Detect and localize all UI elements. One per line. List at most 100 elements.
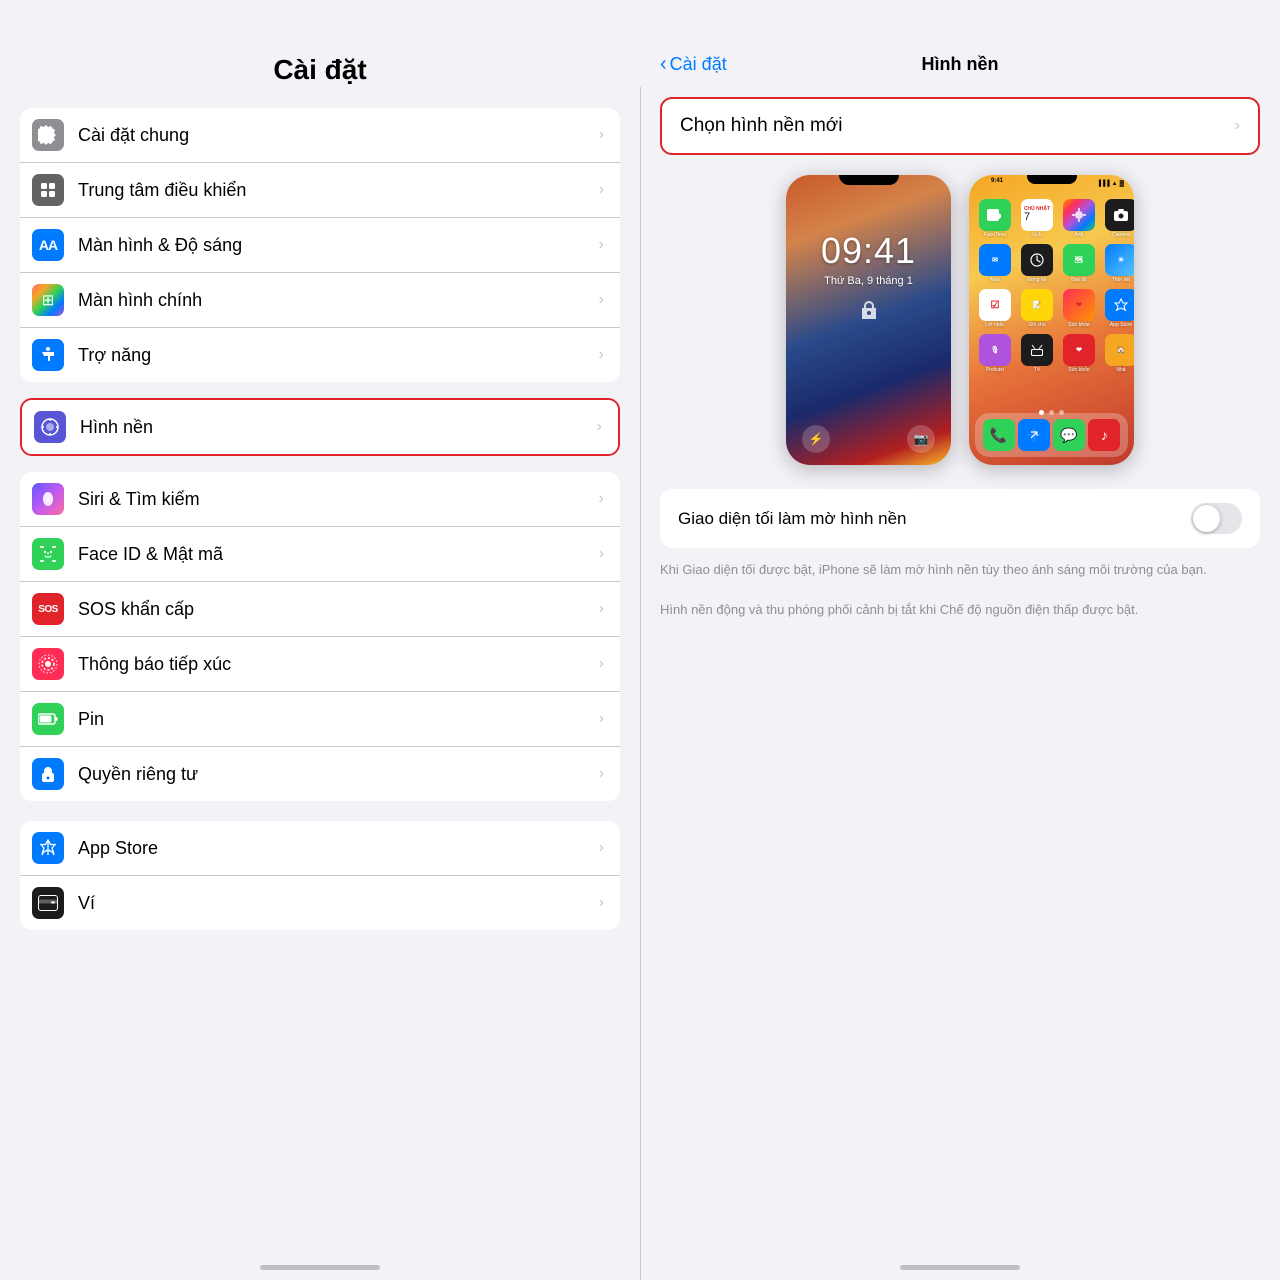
face-id-chevron: › [599, 545, 604, 563]
app-facetime: FaceTime [977, 199, 1013, 238]
description-text-2: Hình nền động và thu phóng phối cảnh bị … [660, 600, 1260, 620]
lockscreen-time: 09:41 [786, 230, 951, 272]
battery-chevron: › [599, 710, 604, 728]
settings-item-general[interactable]: Cài đặt chung › [20, 108, 620, 163]
sos-chevron: › [599, 600, 604, 618]
privacy-chevron: › [599, 765, 604, 783]
sos-label: SOS khẩn cấp [78, 599, 591, 620]
appstore-grid-icon [1105, 289, 1134, 321]
lockscreen-background: 09:41 Thứ Ba, 9 tháng 1 ⚡ 📷 [786, 175, 951, 465]
camera-icon [1105, 199, 1134, 231]
left-home-indicator-container [0, 1265, 640, 1270]
settings-item-control-center[interactable]: Trung tâm điều khiển › [20, 163, 620, 218]
app-store-label: App Store [78, 838, 591, 859]
wifi-icon: ▲ [1112, 181, 1118, 187]
general-label: Cài đặt chung [78, 125, 591, 146]
sos-icon: SOS [32, 593, 64, 625]
privacy-label: Quyền riêng tư [78, 764, 591, 785]
battery-label: Pin [78, 709, 591, 730]
app-weather: ☀ Thời tiết [1103, 244, 1134, 283]
right-panel-title: Hình nền [922, 54, 999, 75]
calendar-icon: CHỦ NHẬT7 [1021, 199, 1053, 231]
choose-wallpaper-button[interactable]: Chọn hình nền mới › [660, 97, 1260, 155]
signal-icon: ▐▐▐ [1097, 181, 1110, 187]
wallet-label: Ví [78, 893, 591, 914]
lockscreen-flashlight-icon: ⚡ [802, 425, 830, 453]
wallpaper-label: Hình nền [80, 417, 589, 438]
settings-item-privacy[interactable]: Quyền riêng tư › [20, 747, 620, 801]
home-screen-chevron: › [599, 291, 604, 309]
siri-label: Siri & Tìm kiếm [78, 489, 591, 510]
lockscreen-preview[interactable]: 09:41 Thứ Ba, 9 tháng 1 ⚡ 📷 [786, 175, 951, 465]
choose-wallpaper-label: Chọn hình nền mới [680, 115, 1235, 137]
app-calendar: CHỦ NHẬT7 Lịch [1019, 199, 1055, 238]
app-clock: Đồng hồ [1019, 244, 1055, 283]
dark-mode-toggle[interactable] [1191, 503, 1242, 534]
lockscreen-lock-icon [786, 300, 951, 323]
wallpaper-settings-panel: ‹ Cài đặt Hình nền Chọn hình nền mới › 0… [640, 0, 1280, 1280]
exposure-icon [32, 648, 64, 680]
settings-list-panel: Cài đặt Cài đặt chung › [0, 0, 640, 1280]
health-icon: ❤ [1063, 289, 1095, 321]
notes-icon: 📝 [1021, 289, 1053, 321]
app-tv: TV [1019, 334, 1055, 373]
settings-item-accessibility[interactable]: Trợ năng › [20, 328, 620, 382]
dark-mode-toggle-label: Giao diện tối làm mờ hình nền [678, 509, 1191, 529]
heart-app-icon: ❤ [1063, 334, 1095, 366]
settings-item-wallpaper[interactable]: Hình nền › [22, 400, 618, 454]
description-text-1: Khi Giao diện tối được bật, iPhone sẽ là… [660, 560, 1260, 580]
siri-chevron: › [599, 490, 604, 508]
control-center-icon [32, 174, 64, 206]
settings-item-home-screen[interactable]: ⊞ Màn hình chính › [20, 273, 620, 328]
settings-item-siri[interactable]: Siri & Tìm kiếm › [20, 472, 620, 527]
accessibility-chevron: › [599, 346, 604, 364]
app-mail: ✉ Mail [977, 244, 1013, 283]
privacy-icon [32, 758, 64, 790]
settings-group-1: Cài đặt chung › Trung tâm điều khiển › [20, 108, 620, 382]
dock-safari-icon [1018, 419, 1050, 451]
settings-item-exposure[interactable]: Thông báo tiếp xúc › [20, 637, 620, 692]
accessibility-label: Trợ năng [78, 345, 591, 366]
back-button[interactable]: ‹ Cài đặt [660, 53, 727, 76]
app-notes: 📝 Ghi chú [1019, 289, 1055, 328]
settings-item-battery[interactable]: Pin › [20, 692, 620, 747]
face-id-label: Face ID & Mật mã [78, 544, 591, 565]
app-maps: 🗺 Bản đồ [1061, 244, 1097, 283]
home-screen-icon: ⊞ [32, 284, 64, 316]
podcast-icon: 🎙 [979, 334, 1011, 366]
back-label: Cài đặt [670, 54, 727, 75]
battery-icon [32, 703, 64, 735]
maps-icon: 🗺 [1063, 244, 1095, 276]
back-chevron-icon: ‹ [660, 53, 667, 76]
general-chevron: › [599, 126, 604, 144]
wallpaper-preview-area: 09:41 Thứ Ba, 9 tháng 1 ⚡ 📷 [660, 175, 1260, 465]
exposure-chevron: › [599, 655, 604, 673]
app-camera: Camera [1103, 199, 1134, 238]
app-heart-app: ❤ Sức khỏe [1061, 334, 1097, 373]
settings-item-display[interactable]: AA Màn hình & Độ sáng › [20, 218, 620, 273]
lockscreen-notch [839, 175, 899, 185]
left-home-indicator [260, 1265, 380, 1270]
settings-group-wallpaper: Hình nền › [20, 398, 620, 456]
choose-wallpaper-chevron: › [1235, 117, 1240, 135]
display-label: Màn hình & Độ sáng [78, 235, 591, 256]
app-health: ❤ Sức khỏe [1061, 289, 1097, 328]
exposure-label: Thông báo tiếp xúc [78, 654, 591, 675]
photos-icon [1063, 199, 1095, 231]
right-home-indicator [900, 1265, 1020, 1270]
right-home-indicator-container [640, 1265, 1280, 1270]
settings-group-3: Siri & Tìm kiếm › F [20, 472, 620, 801]
app-podcast: 🎙 Podcast [977, 334, 1013, 373]
face-id-icon [32, 538, 64, 570]
settings-item-sos[interactable]: SOS SOS khẩn cấp › [20, 582, 620, 637]
settings-item-app-store[interactable]: App Store › [20, 821, 620, 876]
settings-item-wallet[interactable]: Ví › [20, 876, 620, 930]
siri-icon [32, 483, 64, 515]
settings-item-face-id[interactable]: Face ID & Mật mã › [20, 527, 620, 582]
dock-messages-icon: 💬 [1053, 419, 1085, 451]
app-grid: FaceTime CHỦ NHẬT7 Lịch Ảnh [975, 197, 1128, 375]
lockscreen-date: Thứ Ba, 9 tháng 1 [786, 275, 951, 287]
weather-icon: ☀ [1105, 244, 1134, 276]
homescreen-preview[interactable]: 9:41 ▐▐▐ ▲ ▓ [969, 175, 1134, 465]
right-header: ‹ Cài đặt Hình nền [640, 0, 1280, 87]
